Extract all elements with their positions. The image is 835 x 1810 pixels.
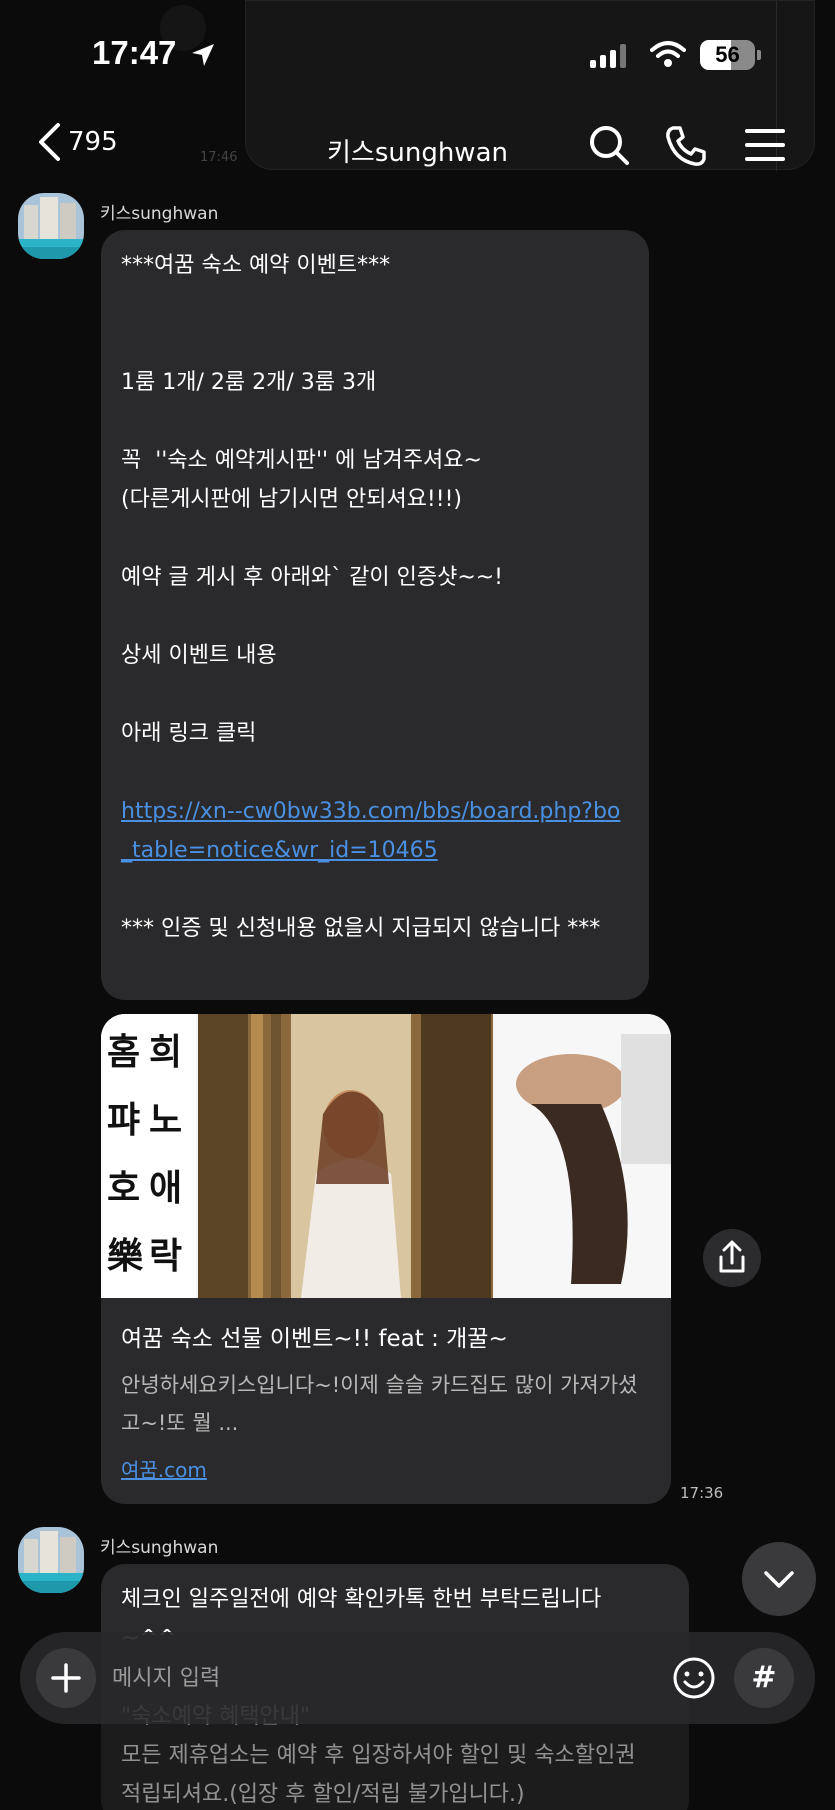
menu-icon[interactable] [744, 124, 786, 166]
calligraphy-left-text: 홈퍄호樂 [107, 1031, 144, 1277]
card-title: 여꿈 숙소 선물 이벤트~!! feat : 개꿀~ [121, 1326, 508, 1352]
message-line: 꼭 ''숙소 예약게시판'' 에 남겨주셔요~ [121, 448, 482, 473]
location-arrow-icon [192, 44, 214, 66]
message-line [121, 519, 629, 558]
message-line [121, 597, 629, 636]
hashtag-search-button[interactable]: # [734, 1648, 794, 1708]
message-line: 상세 이벤트 내용 [121, 643, 277, 668]
message-line: *** 인증 및 신청내용 없을시 지급되지 않습니다 *** [121, 916, 601, 941]
message-line [121, 324, 629, 363]
phone-icon[interactable] [664, 124, 708, 168]
calligraphy-left: 홈퍄호樂 [107, 1018, 147, 1290]
emoji-icon [673, 1657, 715, 1699]
message-timestamp: 17:36 [680, 1484, 724, 1502]
share-icon [719, 1240, 745, 1273]
bottom-fade [0, 1724, 835, 1810]
status-bar: 17:47 56 [0, 0, 835, 110]
message-line: 체크인 일주일전에 예약 확인카톡 한번 부탁드립니다 [121, 1587, 602, 1612]
add-attachment-button[interactable] [36, 1648, 96, 1708]
message-line [121, 753, 629, 792]
avatar-image [18, 1527, 84, 1593]
message-line [121, 675, 629, 714]
card-domain-link[interactable]: 여꿈.com [121, 1454, 207, 1483]
avatar[interactable] [18, 1527, 84, 1593]
message-link[interactable]: https://xn--cw0bw33b.com/bbs/board.php?b… [121, 792, 629, 870]
chat-title: 키스sunghwan [326, 138, 508, 168]
message-line: 예약 글 게시 후 아래와` 같이 인증샷~~! [121, 565, 504, 590]
card-description: 안녕하세요키스입니다~!이제 슬슬 카드집도 많이 가져가셨고~!또 뭘 ... [121, 1373, 638, 1435]
wifi-icon [650, 41, 686, 67]
calligraphy-right-text: 희노애락 [149, 1031, 183, 1277]
search-icon[interactable] [588, 124, 630, 166]
sender-name: 키스sunghwan [100, 1538, 219, 1558]
chat-header: 795 키스sunghwan [0, 112, 835, 184]
sender-name: 키스sunghwan [100, 204, 219, 224]
plus-icon [51, 1663, 81, 1693]
link-preview-card[interactable]: 홈퍄호樂 희노애락 여꿈 숙소 선물 이벤트~!! feat : 개꿀~ 안녕하… [101, 1014, 671, 1504]
message-line [121, 870, 629, 909]
message-bubble[interactable]: ***여꿈 숙소 예약 이벤트*** 1룸 1개/ 2룸 2개/ 3룸 3개 꼭… [101, 230, 649, 1000]
calligraphy-right: 희노애락 [149, 1018, 189, 1290]
battery-icon: 56 [700, 40, 761, 70]
cellular-signal-icon [590, 44, 626, 68]
share-button[interactable] [703, 1229, 761, 1287]
battery-level: 56 [715, 42, 740, 67]
message-line: (다른게시판에 남기시면 안되셔요!!!) [121, 487, 462, 512]
message-input-bar: # [20, 1632, 815, 1724]
avatar[interactable] [18, 193, 84, 259]
message-line: 아래 링크 클릭 [121, 721, 257, 746]
message-line [121, 402, 629, 441]
chevron-down-icon [764, 1571, 794, 1588]
message-line [121, 285, 629, 324]
scroll-to-bottom-button[interactable] [742, 1542, 816, 1616]
emoji-button[interactable] [668, 1652, 720, 1704]
avatar-image [18, 193, 84, 259]
message-line: ***여꿈 숙소 예약 이벤트*** [121, 253, 391, 278]
message-line: 1룸 1개/ 2룸 2개/ 3룸 3개 [121, 370, 377, 395]
message-input[interactable] [112, 1658, 672, 1698]
hash-icon: # [751, 1660, 777, 1695]
status-time: 17:47 [92, 34, 177, 71]
